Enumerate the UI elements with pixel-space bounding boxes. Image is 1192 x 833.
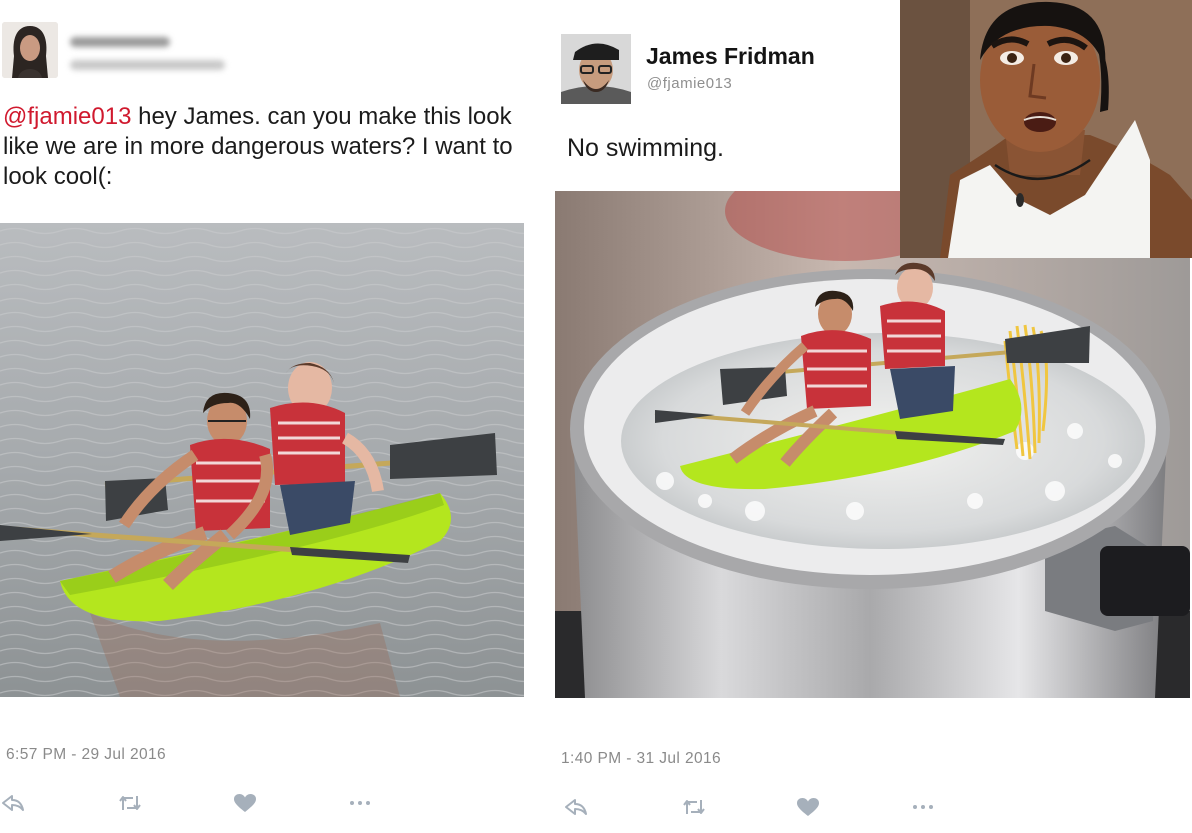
reply-timestamp[interactable]: 1:40 PM - 31 Jul 2016 bbox=[561, 750, 721, 768]
redacted-handle bbox=[70, 60, 225, 70]
reply-icon[interactable] bbox=[563, 796, 589, 818]
reply-text: No swimming. bbox=[567, 134, 724, 162]
tweet-timestamp[interactable]: 6:57 PM - 29 Jul 2016 bbox=[6, 746, 166, 764]
more-icon[interactable] bbox=[347, 792, 373, 814]
kayak-photo[interactable] bbox=[0, 223, 524, 697]
retweet-icon[interactable] bbox=[681, 796, 707, 818]
reply-icon[interactable] bbox=[0, 792, 26, 814]
boiling-pot-photo[interactable] bbox=[555, 191, 1190, 698]
author-handle[interactable]: @fjamie013 bbox=[647, 75, 732, 92]
user-avatar[interactable] bbox=[2, 22, 58, 78]
more-icon[interactable] bbox=[910, 796, 936, 818]
redacted-username bbox=[70, 37, 170, 47]
like-icon[interactable] bbox=[232, 792, 258, 814]
author-name[interactable]: James Fridman bbox=[646, 43, 815, 70]
retweet-icon[interactable] bbox=[117, 792, 143, 814]
reaction-meme-image bbox=[900, 0, 1192, 258]
mention-link[interactable]: @fjamie013 bbox=[3, 103, 131, 130]
like-icon[interactable] bbox=[795, 796, 821, 818]
author-avatar[interactable] bbox=[561, 34, 631, 104]
tweet-text: @fjamie013 hey James. can you make this … bbox=[3, 102, 548, 192]
